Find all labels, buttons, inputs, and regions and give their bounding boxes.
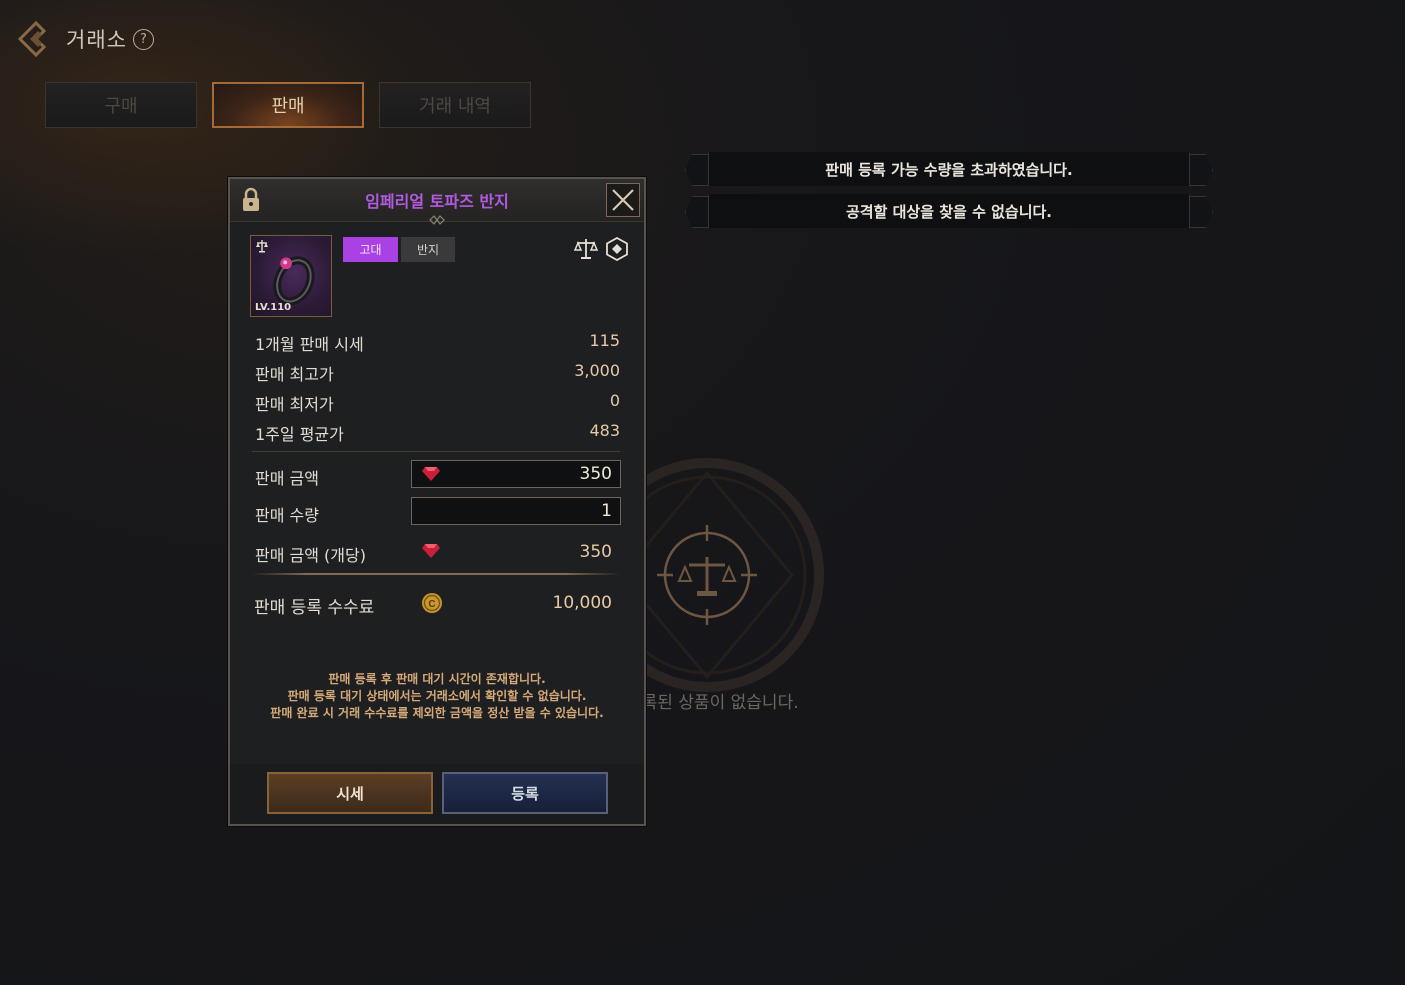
stat-row-max-price: 판매 최고가 3,000: [255, 361, 620, 385]
tab-sell[interactable]: 판매: [212, 82, 364, 128]
stat-label: 1주일 평균가: [255, 425, 344, 444]
quantity-input[interactable]: 1: [411, 497, 621, 525]
notice-line: 판매 완료 시 거래 수수료를 제외한 금액을 정산 받을 수 있습니다.: [270, 706, 604, 720]
back-icon[interactable]: [14, 18, 56, 60]
type-badge: 반지: [401, 237, 455, 262]
notification-toast: 판매 등록 가능 수량을 초과하였습니다.: [685, 152, 1213, 186]
dialog-footer: 시세 등록: [230, 764, 644, 824]
gold-divider: [252, 573, 620, 575]
stat-value: 115: [589, 331, 620, 350]
page-title: 거래소: [66, 28, 127, 52]
grade-badge: 고대: [343, 237, 398, 262]
stat-value: 0: [609, 391, 620, 410]
price-label: 판매 금액: [255, 469, 319, 488]
fee-value: 10,000: [552, 593, 612, 613]
gold-coin-icon: C: [422, 593, 442, 613]
scale-icon[interactable]: [574, 237, 598, 261]
notice-line: 판매 등록 대기 상태에서는 거래소에서 확인할 수 없습니다.: [287, 689, 587, 703]
price-history-button[interactable]: 시세: [267, 772, 433, 814]
stat-label: 판매 최저가: [255, 395, 334, 414]
help-icon[interactable]: ?: [132, 28, 154, 50]
toast-right-ornament: [1189, 154, 1213, 186]
tab-history[interactable]: 거래 내역: [379, 82, 531, 128]
tab-bar: 구매 판매 거래 내역: [45, 82, 531, 128]
svg-text:C: C: [428, 599, 435, 610]
notification-text: 판매 등록 가능 수량을 초과하였습니다.: [825, 160, 1073, 179]
attribute-icon[interactable]: [605, 237, 629, 261]
close-icon: [612, 189, 634, 211]
toast-right-ornament: [1189, 196, 1213, 228]
stat-label: 판매 최고가: [255, 365, 334, 384]
stat-row-monthly-price: 1개월 판매 시세 115: [255, 331, 620, 355]
notification-text: 공격할 대상을 찾을 수 없습니다.: [846, 202, 1052, 221]
price-input[interactable]: 350: [411, 460, 621, 488]
notification-toast: 공격할 대상을 찾을 수 없습니다.: [685, 194, 1213, 228]
divider: [252, 451, 620, 452]
red-gem-icon: [422, 544, 440, 558]
sell-register-dialog: 임페리얼 토파즈 반지 LV.110 고대 반지 1개월 판매 시세 115 판…: [228, 177, 646, 826]
fee-label: 판매 등록 수수료: [254, 598, 375, 618]
stat-value: 3,000: [574, 361, 620, 380]
toast-left-ornament: [685, 196, 709, 228]
unit-price-value: 350: [579, 542, 612, 562]
item-level: LV.110: [255, 302, 292, 313]
stat-row-min-price: 판매 최저가 0: [255, 391, 620, 415]
item-title: 임페리얼 토파즈 반지: [365, 192, 509, 211]
notice-line: 판매 등록 후 판매 대기 시간이 존재합니다.: [328, 672, 546, 686]
unit-price-label: 판매 금액 (개당): [255, 546, 366, 565]
toast-left-ornament: [685, 154, 709, 186]
item-icon[interactable]: LV.110: [250, 235, 332, 317]
title-ornament-icon: [429, 215, 445, 225]
header: 거래소 ?: [14, 18, 154, 60]
tab-buy[interactable]: 구매: [45, 82, 197, 128]
quantity-label: 판매 수량: [255, 506, 319, 525]
sell-notice: 판매 등록 후 판매 대기 시간이 존재합니다. 판매 등록 대기 상태에서는 …: [230, 671, 644, 722]
empty-state-text: 등록된 상품이 없습니다.: [626, 693, 799, 713]
stat-label: 1개월 판매 시세: [255, 335, 364, 354]
stat-value: 483: [589, 421, 620, 440]
red-gem-icon: [422, 467, 440, 481]
stat-row-weekly-average: 1주일 평균가 483: [255, 421, 620, 445]
register-button[interactable]: 등록: [442, 772, 608, 814]
close-button[interactable]: [606, 183, 640, 217]
